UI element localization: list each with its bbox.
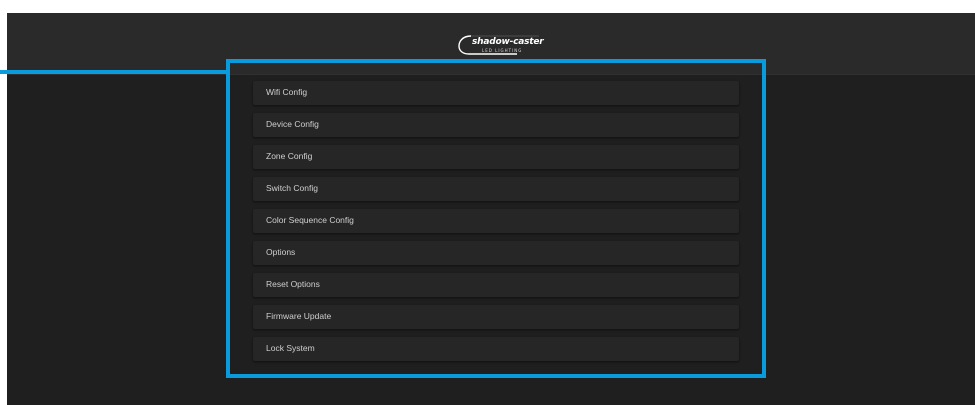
header-bar: shadow-caster LED LIGHTING <box>7 13 975 75</box>
menu-item-label: Zone Config <box>266 151 313 161</box>
menu-item-reset-options[interactable]: Reset Options <box>253 273 739 297</box>
menu-item-label: Options <box>266 247 296 257</box>
menu-item-lock-system[interactable]: Lock System <box>253 337 739 361</box>
menu-item-label: Reset Options <box>266 279 320 289</box>
menu-item-switch-config[interactable]: Switch Config <box>253 177 739 201</box>
menu-item-wifi-config[interactable]: Wifi Config <box>253 81 739 105</box>
menu-item-label: Color Sequence Config <box>266 215 354 225</box>
menu-item-label: Lock System <box>266 343 315 353</box>
menu-item-label: Wifi Config <box>266 87 308 97</box>
menu-item-label: Device Config <box>266 119 319 129</box>
logo-subtext: LED LIGHTING <box>482 48 523 53</box>
menu-item-firmware-update[interactable]: Firmware Update <box>253 305 739 329</box>
brand-logo: shadow-caster LED LIGHTING <box>457 34 544 56</box>
menu-item-zone-config[interactable]: Zone Config <box>253 145 739 169</box>
menu-item-options[interactable]: Options <box>253 241 739 265</box>
menu-item-color-sequence-config[interactable]: Color Sequence Config <box>253 209 739 233</box>
menu-item-label: Firmware Update <box>266 311 332 321</box>
app-window: shadow-caster LED LIGHTING Wifi Config D… <box>7 13 975 405</box>
menu-item-device-config[interactable]: Device Config <box>253 113 739 137</box>
menu-item-label: Switch Config <box>266 183 318 193</box>
logo-text: shadow-caster <box>472 37 544 47</box>
config-menu: Wifi Config Device Config Zone Config Sw… <box>253 81 739 369</box>
